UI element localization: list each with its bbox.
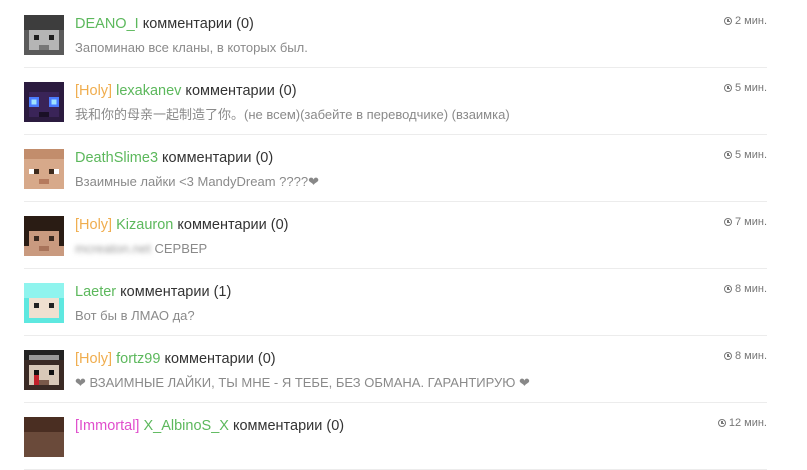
user-link[interactable]: Laeter <box>75 284 116 300</box>
comments-link[interactable]: комментарии (1) <box>116 284 231 300</box>
heart-icon: ❤ <box>519 375 530 390</box>
list-item: [Holy] fortz99 комментарии (0) ❤ ВЗАИМНЫ… <box>24 335 767 403</box>
avatar[interactable] <box>24 15 64 55</box>
comments-feed: DEANO_I комментарии (0) Запоминаю все кл… <box>0 0 807 470</box>
clock-icon <box>723 218 732 226</box>
list-item: DEANO_I комментарии (0) Запоминаю все кл… <box>24 0 767 68</box>
comment-text: ❤ ВЗАИМНЫЕ ЛАЙКИ, ТЫ МНЕ - Я ТЕБЕ, БЕЗ О… <box>75 375 530 390</box>
list-item: [Holy] Kizauron комментарии (0) mcreaton… <box>24 201 767 269</box>
comments-link[interactable]: комментарии (0) <box>158 150 273 166</box>
blurred-text: mcreaton.net <box>75 241 151 256</box>
avatar[interactable] <box>24 82 64 122</box>
comment-text: Запоминаю все кланы, в которых был. <box>75 40 308 55</box>
avatar[interactable] <box>24 417 64 457</box>
timestamp: 8 мин. <box>723 350 767 362</box>
timestamp: 7 мин. <box>723 216 767 228</box>
clan-prefix: [Holy] <box>75 217 113 233</box>
avatar[interactable] <box>24 149 64 189</box>
user-link[interactable]: lexakanev <box>116 83 181 99</box>
comments-link[interactable]: комментарии (0) <box>160 351 275 367</box>
comments-link[interactable]: комментарии (0) <box>139 16 254 32</box>
clock-icon <box>723 285 732 293</box>
clan-prefix: [Immortal] <box>75 418 140 434</box>
timestamp: 2 мин. <box>723 15 767 27</box>
comments-link[interactable]: комментарии (0) <box>173 217 288 233</box>
comments-link[interactable]: комментарии (0) <box>229 418 344 434</box>
clock-icon <box>723 151 732 159</box>
list-item: Laeter комментарии (1) Вот бы в ЛМАО да?… <box>24 268 767 336</box>
comment-title: [Holy] lexakanev комментарии (0) <box>75 82 297 100</box>
clock-icon <box>723 84 732 92</box>
avatar[interactable] <box>24 350 64 390</box>
comment-title: [Immortal] X_AlbinoS_X комментарии (0) <box>75 417 344 435</box>
comment-text: mcreaton.net СЕРВЕР <box>75 241 208 256</box>
user-link[interactable]: DeathSlime3 <box>75 150 158 166</box>
clock-icon <box>723 352 732 360</box>
user-link[interactable]: fortz99 <box>116 351 160 367</box>
comment-text: 我和你的母亲一起制造了你。(не всем)(забейте в перевод… <box>75 107 510 122</box>
clock-icon <box>717 419 726 427</box>
heart-icon: ❤ <box>75 375 86 390</box>
timestamp: 8 мин. <box>723 283 767 295</box>
clan-prefix: [Holy] <box>75 351 113 367</box>
comments-link[interactable]: комментарии (0) <box>181 83 296 99</box>
list-item: [Immortal] X_AlbinoS_X комментарии (0) 1… <box>24 402 767 470</box>
comment-text: Взаимные лайки <3 MandyDream ????❤ <box>75 174 319 189</box>
comment-title: DeathSlime3 комментарии (0) <box>75 149 273 167</box>
comment-title: Laeter комментарии (1) <box>75 283 231 301</box>
comment-text: Вот бы в ЛМАО да? <box>75 308 195 323</box>
user-link[interactable]: Kizauron <box>116 217 173 233</box>
timestamp: 5 мин. <box>723 82 767 94</box>
comment-title: DEANO_I комментарии (0) <box>75 15 254 33</box>
list-item: [Holy] lexakanev комментарии (0) 我和你的母亲一… <box>24 67 767 135</box>
comment-title: [Holy] fortz99 комментарии (0) <box>75 350 276 368</box>
avatar[interactable] <box>24 216 64 256</box>
user-link[interactable]: X_AlbinoS_X <box>143 418 228 434</box>
avatar[interactable] <box>24 283 64 323</box>
clan-prefix: [Holy] <box>75 83 113 99</box>
clock-icon <box>723 17 732 25</box>
comment-title: [Holy] Kizauron комментарии (0) <box>75 216 289 234</box>
list-item: DeathSlime3 комментарии (0) Взаимные лай… <box>24 134 767 202</box>
timestamp: 5 мин. <box>723 149 767 161</box>
heart-icon: ❤ <box>308 174 319 189</box>
user-link[interactable]: DEANO_I <box>75 16 139 32</box>
timestamp: 12 мин. <box>717 417 767 429</box>
